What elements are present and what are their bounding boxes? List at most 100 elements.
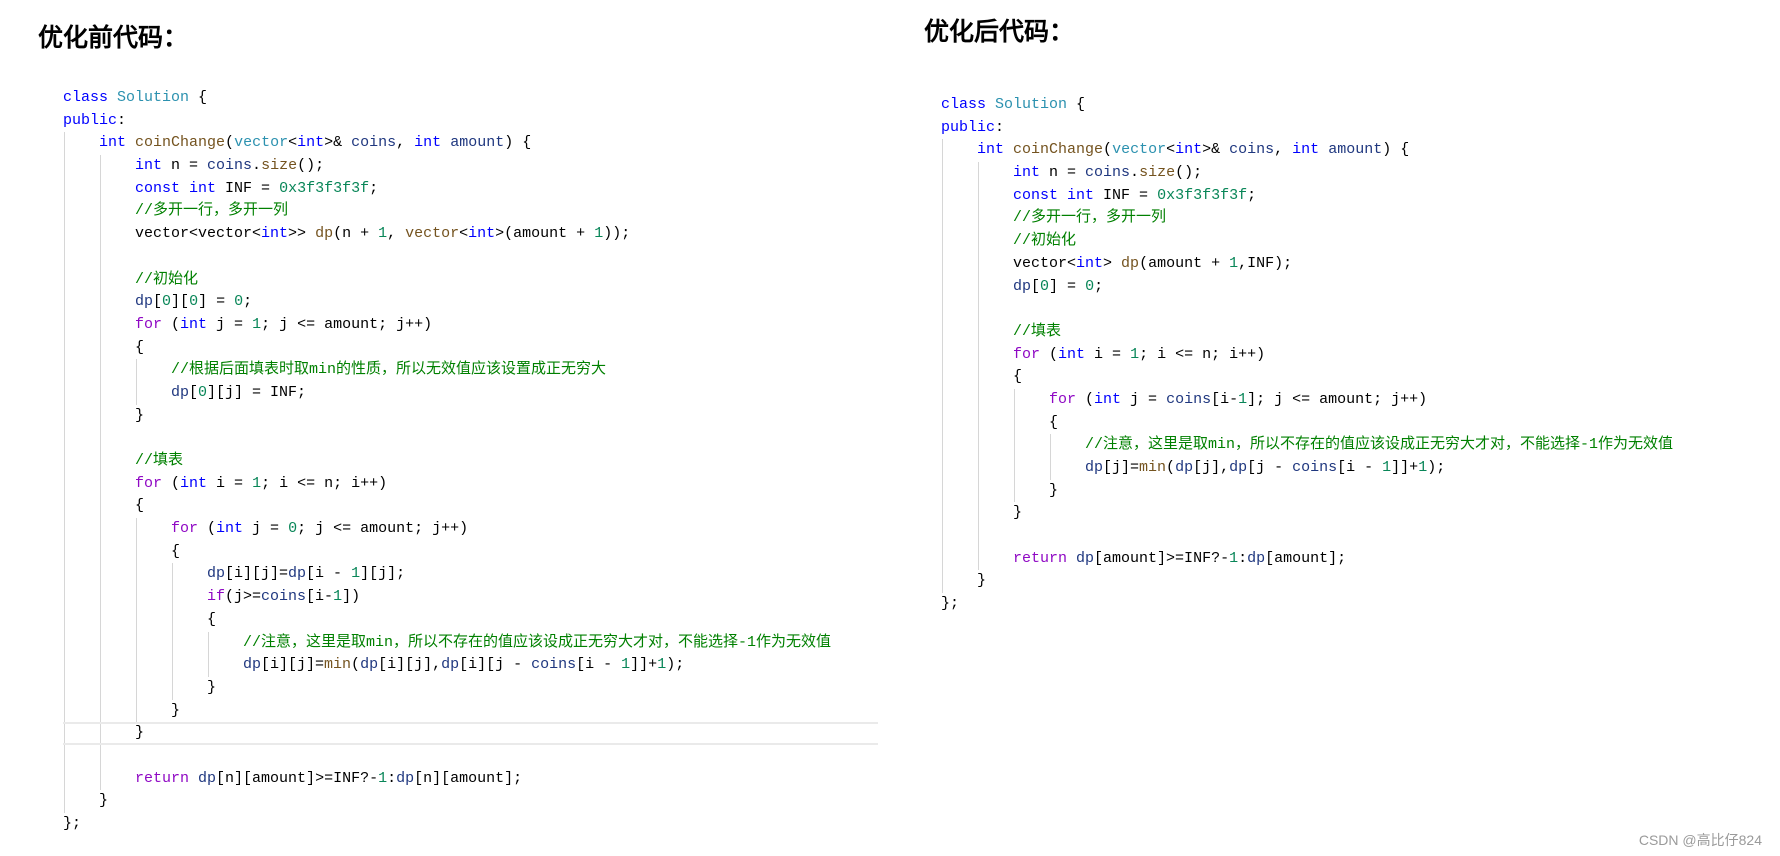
code-token: int [99,134,127,152]
indent-guide [1014,479,1015,503]
code-line: const int INF = 0x3f3f3f3f; [63,177,878,201]
code-line: vector<vector<int>> dp(n + 1, vector<int… [63,223,878,246]
indent-guide [64,155,65,178]
code-token: [i- [1211,390,1239,408]
code-token: 0 [189,293,199,311]
indent-guide [978,162,979,185]
code-token: if [207,588,226,606]
code-token: , [387,225,406,243]
code-token: [n][amount]; [414,769,523,787]
indent-guide [100,495,101,519]
code-line: //注意，这里是取min，所以不存在的值应该设成正无穷大才对，不能选择-1作为无… [941,434,1771,457]
code-token: ; [1247,186,1257,204]
code-token: [i][j]= [261,656,325,674]
code-token: , [396,134,415,152]
code-token: dp [198,769,217,787]
indent-guide [100,563,101,587]
code-token: const [135,179,181,197]
code-line: } [63,699,878,723]
code-token: 1 [351,565,361,583]
code-token: 1 [252,315,262,333]
code-token: 1 [1229,254,1239,272]
code-token: return [1013,549,1068,567]
code-line: } [63,790,878,813]
code-token: dp [171,383,190,401]
code-token: class [941,96,987,113]
code-token: ( [1076,390,1095,408]
indent-guide [100,586,101,609]
indent-guide [942,388,943,412]
indent-guide [64,177,65,201]
code-token: int [216,520,244,538]
indent-guide [136,518,137,541]
indent-guide [100,767,101,791]
code-token: //注意，这里是取min，所以不存在的值应该设成正无穷大才对，不能选择-1作为无… [1085,436,1674,454]
code-line: class Solution { [63,87,878,110]
code-token: dp [135,293,154,311]
code-token: int [1094,390,1122,408]
code-line: { [63,540,878,564]
indent-guide [1014,457,1015,480]
code-token: ) { [1382,141,1410,159]
code-token: 1 [594,225,604,243]
code-token: < [1166,141,1176,159]
code-line: vector<int> dp(amount + 1,INF); [941,252,1771,276]
code-token: public [63,111,118,129]
code-token: coinChange [1013,141,1104,159]
indent-guide [978,343,979,367]
indent-guide [64,495,65,519]
code-line: }; [941,593,1771,616]
code-token: : [117,111,127,129]
indent-guide [208,654,209,677]
code-token: coinChange [135,134,226,152]
before-code-title: 优化前代码： [38,23,189,52]
code-token: ; i <= n; i++) [261,474,388,492]
indent-guide [942,207,943,231]
code-token: int [468,225,496,243]
code-line: }; [63,813,878,836]
code-token: ] = [198,293,235,311]
code-token: ]]+ [630,656,658,674]
code-token: 1 [252,474,262,492]
code-token: >(amount + [495,225,595,243]
code-line: for (int i = 1; i <= n; i++) [63,472,878,496]
indent-guide [942,230,943,253]
code-token: //填表 [135,452,184,469]
code-token: vector [1112,141,1167,159]
indent-guide [64,359,65,382]
indent-guide [64,518,65,541]
indent-guide [100,699,101,723]
indent-guide [172,586,173,609]
indent-guide [100,313,101,337]
code-line: } [63,404,878,428]
code-line [63,427,878,450]
indent-guide [100,177,101,201]
code-token: int [261,225,289,243]
code-token: 1 [1130,345,1140,363]
indent-guide [64,790,65,813]
code-line: //初始化 [941,230,1771,253]
code-token: n = [1040,164,1086,182]
code-token: //多开一行，多开一列 [135,202,289,220]
indent-guide [64,540,65,564]
code-token: //注意，这里是取min，所以不存在的值应该设成正无穷大才对，不能选择-1作为无… [243,633,832,651]
code-token: j = [207,315,253,333]
indent-guide [978,388,979,412]
code-token: ; [243,293,253,311]
code-token: 1 [378,225,388,243]
indent-guide [100,359,101,382]
indent-guide [942,366,943,389]
code-line: public: [941,117,1771,140]
code-line: return dp[n][amount]>=INF?-1:dp[n][amoun… [63,767,878,791]
code-token: 1 [1382,459,1392,476]
code-token: < [288,134,298,152]
indent-guide [64,699,65,723]
watermark: CSDN @高比仔824 [1638,832,1762,848]
code-line: dp[j]=min(dp[j],dp[j - coins[i - 1]]+1); [941,457,1771,480]
after-code-title: 优化后代码： [924,17,1075,46]
code-token: dp [315,225,334,243]
code-token: : [995,118,1005,136]
